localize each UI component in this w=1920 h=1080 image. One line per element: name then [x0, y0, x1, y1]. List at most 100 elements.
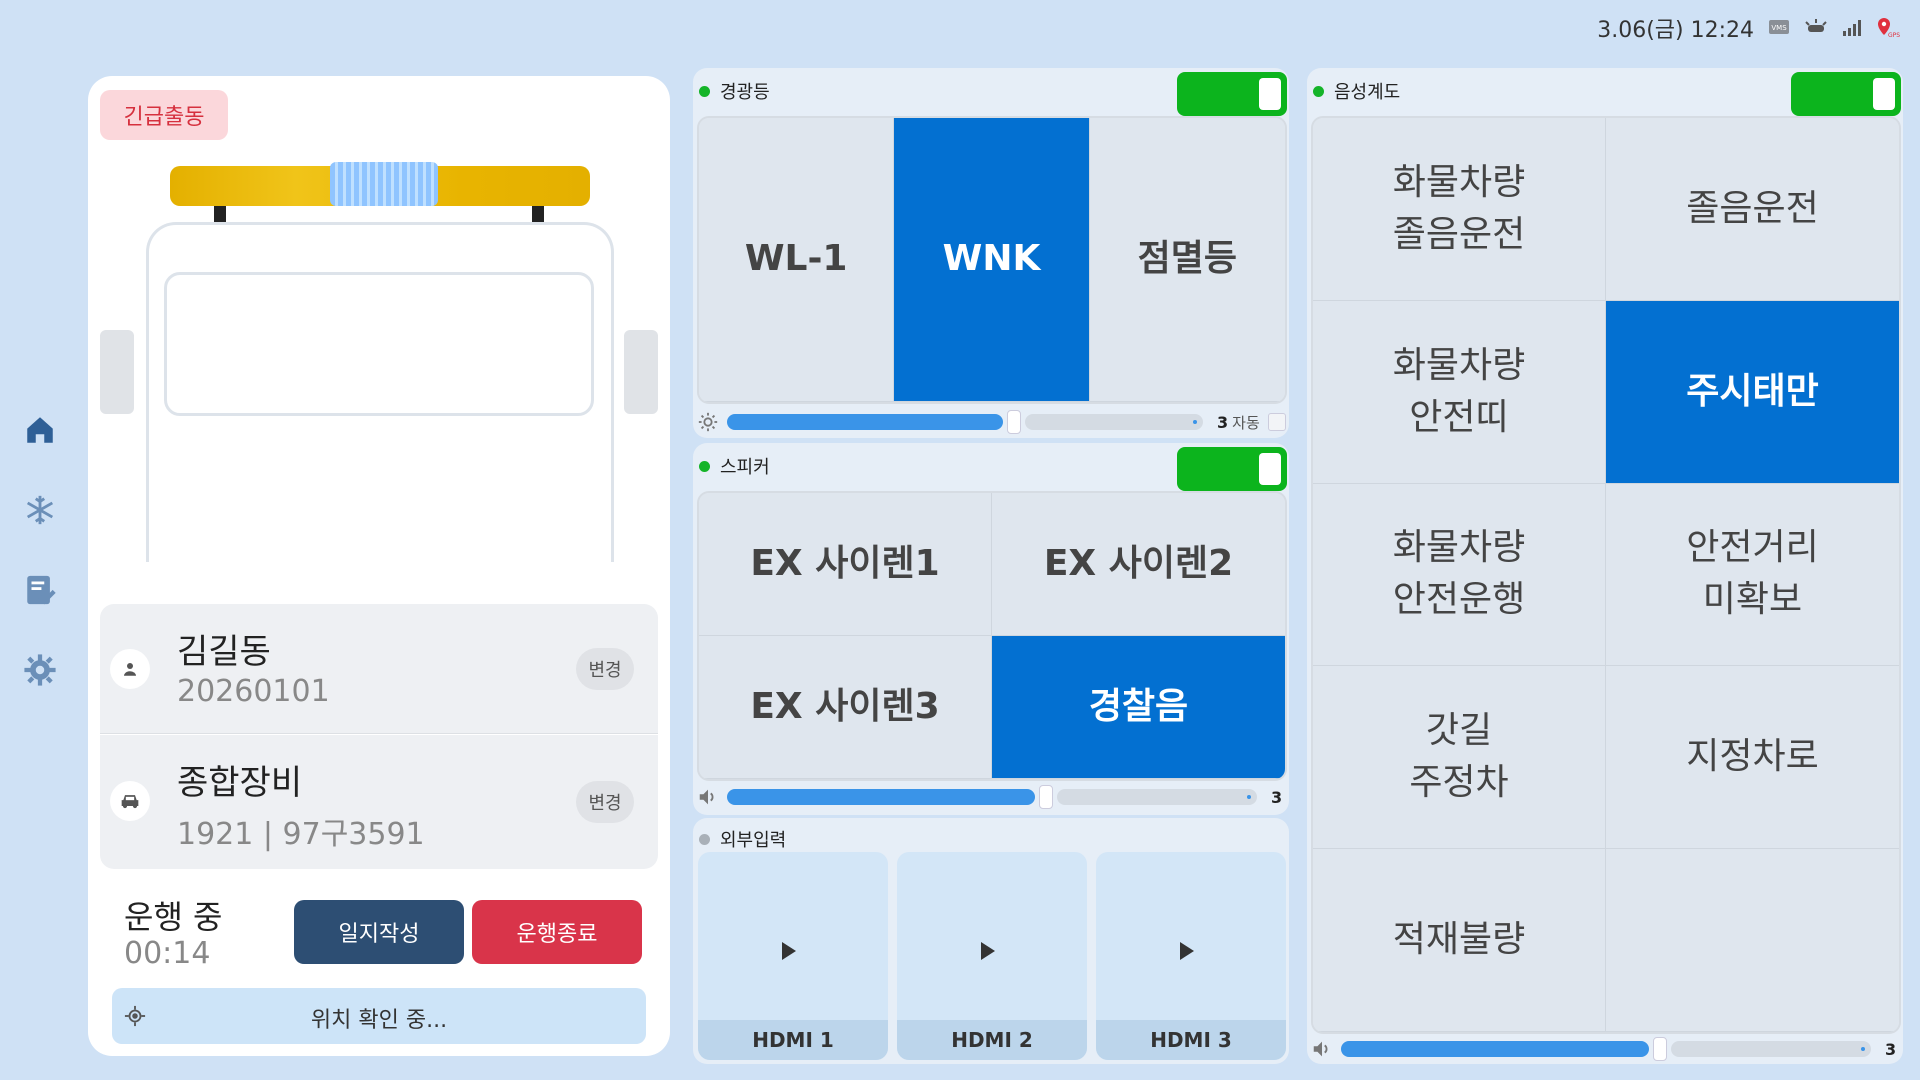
lightbar-illustration [170, 162, 590, 222]
voice-guidance-option[interactable]: 화물차량 졸음운전 [1313, 118, 1606, 301]
write-log-button[interactable]: 일지작성 [294, 900, 464, 964]
status-dot [699, 833, 710, 845]
warning-light-toggle[interactable] [1177, 72, 1287, 116]
car-icon [110, 781, 150, 821]
truck-windshield [164, 272, 594, 416]
side-nav [20, 410, 98, 730]
voice-guidance-option[interactable]: 졸음운전 [1606, 118, 1899, 301]
brightness-fill [727, 414, 1003, 430]
lightbar-mount [214, 206, 226, 222]
voice-guidance-option[interactable]: 주시태만 [1606, 300, 1899, 484]
speaker-option[interactable]: EX 사이렌3 [699, 636, 992, 779]
speaker-option[interactable]: 경찰음 [992, 636, 1285, 779]
voice-volume-slider-row: 3 [1311, 1034, 1901, 1064]
end-trip-button[interactable]: 운행종료 [472, 900, 642, 964]
nav-log[interactable] [20, 570, 60, 610]
nav-settings[interactable] [20, 650, 60, 690]
slider-end-dot [1247, 795, 1251, 799]
person-icon [110, 649, 150, 689]
vehicle-name: 종합장비 [177, 763, 303, 803]
voice-volume-slider[interactable] [1341, 1037, 1871, 1061]
trip-status: 운행 중 [124, 898, 223, 936]
status-dot [1313, 85, 1324, 97]
speaker-header: 스피커 [699, 453, 770, 479]
datetime: 3.06(금) 12:24 [1597, 18, 1754, 43]
location-status: 위치 확인 중... [112, 988, 646, 1044]
volume-slider-row: 3 [697, 782, 1287, 812]
voice-guidance-toggle[interactable] [1791, 72, 1901, 116]
vehicle-plate: 1921 | 97구3591 [177, 817, 425, 852]
svg-text:VMS: VMS [1771, 24, 1787, 32]
location-text: 위치 확인 중... [310, 1008, 448, 1033]
sun-brightness-icon [1804, 18, 1828, 38]
vms-icon: VMS [1768, 19, 1790, 37]
change-driver-button[interactable]: 변경 [576, 648, 634, 690]
auto-label: 자동 [1232, 413, 1260, 432]
status-dot [699, 460, 710, 472]
volume-value: 3 [1885, 1039, 1897, 1059]
vehicle-info: 종합장비 1921 | 97구3591 변경 [100, 735, 658, 869]
brightness-slider-row: 3 자동 [697, 407, 1287, 437]
toggle-knob [1259, 78, 1281, 110]
volume-value: 3 [1271, 787, 1283, 807]
brightness-thumb[interactable] [1006, 410, 1021, 434]
panel-title: 외부입력 [720, 830, 787, 851]
svg-text:GPS: GPS [1888, 32, 1900, 39]
voice-guidance-option[interactable]: 적재불량 [1313, 849, 1606, 1032]
slider-end-dot [1193, 420, 1197, 424]
slider-remaining-track [1057, 789, 1257, 805]
speaker-option[interactable]: EX 사이렌2 [992, 493, 1285, 636]
truck-mirror-right [624, 330, 658, 414]
warning-light-option[interactable]: WNK [894, 118, 1090, 402]
hdmi-2-tile[interactable]: HDMI 2 [897, 852, 1087, 1060]
vehicle-card: 긴급출동 김길동 20260101 변경 종합장비 1921 | 97구3591… [88, 76, 670, 1056]
play-icon [981, 942, 995, 960]
lightbar-center-light [330, 162, 438, 206]
auto-checkbox[interactable] [1267, 413, 1286, 431]
panel-title: 스피커 [720, 457, 770, 478]
voice-guidance-option[interactable]: 화물차량 안전운행 [1313, 483, 1606, 667]
voice-guidance-option [1606, 849, 1899, 1032]
panel-title: 경광등 [720, 82, 770, 103]
emergency-badge[interactable]: 긴급출동 [100, 90, 228, 140]
hdmi-1-tile[interactable]: HDMI 1 [698, 852, 888, 1060]
speaker-panel: 스피커 EX 사이렌1 EX 사이렌2 EX 사이렌3 경찰음 3 [693, 443, 1289, 815]
voice-guidance-options: 화물차량 졸음운전 졸음운전 화물차량 안전띠 주시태만 화물차량 안전운행 안전거리 미… [1311, 116, 1901, 1034]
voice-guidance-header: 음성계도 [1313, 78, 1400, 104]
hdmi-3-tile[interactable]: HDMI 3 [1096, 852, 1286, 1060]
lightbar-mount [532, 206, 544, 222]
speaker-toggle[interactable] [1177, 447, 1287, 491]
external-input-header: 외부입력 [699, 826, 786, 852]
brightness-slider[interactable] [727, 410, 1203, 434]
driver-id: 20260101 [177, 674, 330, 709]
snowflake-icon [26, 495, 54, 525]
status-bar: 3.06(금) 12:24 VMS GPS [1597, 10, 1900, 46]
change-vehicle-button[interactable]: 변경 [576, 781, 634, 823]
home-icon [27, 417, 53, 443]
speaker-volume-slider[interactable] [727, 785, 1257, 809]
speaker-option[interactable]: EX 사이렌1 [699, 493, 992, 636]
trip-elapsed-time: 00:14 [124, 936, 211, 971]
nav-climate[interactable] [20, 490, 60, 530]
voice-guidance-option[interactable]: 지정차로 [1606, 666, 1899, 850]
truck-mirror-left [100, 330, 134, 414]
driver-info: 김길동 20260101 변경 [100, 604, 658, 734]
volume-thumb[interactable] [1653, 1037, 1667, 1061]
warning-light-option[interactable]: WL-1 [699, 118, 895, 402]
speaker-icon [699, 789, 714, 805]
volume-thumb[interactable] [1039, 785, 1053, 809]
volume-fill [727, 789, 1035, 805]
nav-home[interactable] [20, 410, 98, 450]
slider-remaining-track [1671, 1041, 1871, 1057]
warning-light-option[interactable]: 점멸등 [1089, 118, 1285, 402]
hdmi-label: HDMI 1 [698, 1020, 888, 1060]
voice-guidance-option[interactable]: 갓길 주정차 [1313, 666, 1606, 850]
warning-light-panel: 경광등 WL-1 WNK 점멸등 3 자동 [693, 68, 1289, 438]
warning-light-header: 경광등 [699, 78, 770, 104]
toggle-knob [1259, 453, 1281, 485]
sun-icon [698, 412, 718, 432]
voice-guidance-option[interactable]: 화물차량 안전띠 [1313, 300, 1606, 484]
toggle-knob [1873, 78, 1895, 110]
voice-guidance-option[interactable]: 안전거리 미확보 [1606, 483, 1899, 667]
status-dot [699, 85, 710, 97]
